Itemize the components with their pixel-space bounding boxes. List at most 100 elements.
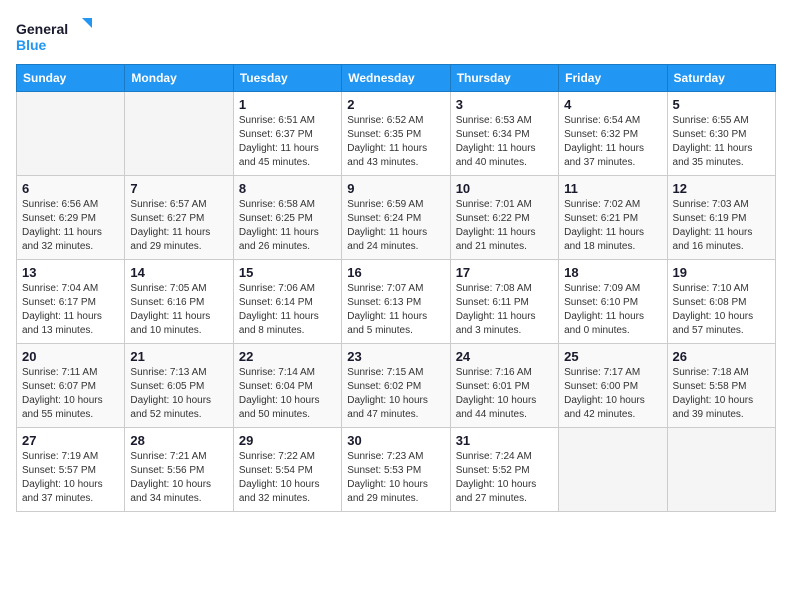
calendar-week: 1 Sunrise: 6:51 AMSunset: 6:37 PMDaylight… xyxy=(17,92,776,176)
calendar-cell: 25Sunrise: 7:17 AMSunset: 6:00 PMDayligh… xyxy=(559,344,667,428)
day-number: 7 xyxy=(130,181,227,196)
day-number: 14 xyxy=(130,265,227,280)
day-info: Sunrise: 7:21 AMSunset: 5:56 PMDaylight:… xyxy=(130,450,227,506)
day-number: 21 xyxy=(130,349,227,364)
day-number: 29 xyxy=(239,433,336,448)
calendar-cell: 30 Sunrise: 7:23 AMSunset: 5:53 PMDayligh… xyxy=(342,428,450,512)
day-number: 12 xyxy=(673,181,770,196)
day-number: 19 xyxy=(673,265,770,280)
day-number: 17 xyxy=(456,265,553,280)
day-info: Sunrise: 7:23 AMSunset: 5:53 PMDaylight:… xyxy=(347,450,444,506)
day-number: 6 xyxy=(22,181,119,196)
day-number: 11 xyxy=(564,181,661,196)
calendar-cell: 3 Sunrise: 6:53 AMSunset: 6:34 PMDaylight… xyxy=(450,92,558,176)
day-number: 31 xyxy=(456,433,553,448)
day-number: 18 xyxy=(564,265,661,280)
day-info: Sunrise: 7:15 AMSunset: 6:02 PMDaylight:… xyxy=(347,366,444,422)
day-info: Sunrise: 7:03 AMSunset: 6:19 PMDaylight:… xyxy=(673,198,770,254)
calendar-cell: 23 Sunrise: 7:15 AMSunset: 6:02 PMDayligh… xyxy=(342,344,450,428)
calendar-cell: 20 Sunrise: 7:11 AMSunset: 6:07 PMDayligh… xyxy=(17,344,125,428)
calendar-cell: 8 Sunrise: 6:58 AMSunset: 6:25 PMDaylight… xyxy=(233,176,341,260)
day-number: 4 xyxy=(564,97,661,112)
calendar-cell xyxy=(667,428,775,512)
calendar-week: 6 Sunrise: 6:56 AMSunset: 6:29 PMDaylight… xyxy=(17,176,776,260)
calendar-cell: 13 Sunrise: 7:04 AMSunset: 6:17 PMDayligh… xyxy=(17,260,125,344)
calendar-week: 13 Sunrise: 7:04 AMSunset: 6:17 PMDayligh… xyxy=(17,260,776,344)
day-info: Sunrise: 7:04 AMSunset: 6:17 PMDaylight:… xyxy=(22,282,119,338)
page-header: General Blue xyxy=(16,16,776,56)
weekday-header: Wednesday xyxy=(342,65,450,92)
calendar-cell: 9Sunrise: 6:59 AMSunset: 6:24 PMDaylight… xyxy=(342,176,450,260)
day-info: Sunrise: 7:13 AMSunset: 6:05 PMDaylight:… xyxy=(130,366,227,422)
calendar-week: 20 Sunrise: 7:11 AMSunset: 6:07 PMDayligh… xyxy=(17,344,776,428)
calendar-cell: 11 Sunrise: 7:02 AMSunset: 6:21 PMDayligh… xyxy=(559,176,667,260)
day-number: 25 xyxy=(564,349,661,364)
weekday-header: Thursday xyxy=(450,65,558,92)
calendar-cell: 21 Sunrise: 7:13 AMSunset: 6:05 PMDayligh… xyxy=(125,344,233,428)
calendar-body: 1 Sunrise: 6:51 AMSunset: 6:37 PMDaylight… xyxy=(17,92,776,512)
calendar-cell: 4Sunrise: 6:54 AMSunset: 6:32 PMDaylight… xyxy=(559,92,667,176)
calendar-cell: 2 Sunrise: 6:52 AMSunset: 6:35 PMDaylight… xyxy=(342,92,450,176)
day-info: Sunrise: 7:10 AMSunset: 6:08 PMDaylight:… xyxy=(673,282,770,338)
day-number: 23 xyxy=(347,349,444,364)
day-info: Sunrise: 7:09 AMSunset: 6:10 PMDaylight:… xyxy=(564,282,661,338)
calendar-header: SundayMondayTuesdayWednesdayThursdayFrid… xyxy=(17,65,776,92)
calendar-cell: 19 Sunrise: 7:10 AMSunset: 6:08 PMDayligh… xyxy=(667,260,775,344)
day-info: Sunrise: 6:56 AMSunset: 6:29 PMDaylight:… xyxy=(22,198,119,254)
weekday-header: Monday xyxy=(125,65,233,92)
day-number: 9 xyxy=(347,181,444,196)
calendar-cell: 10 Sunrise: 7:01 AMSunset: 6:22 PMDayligh… xyxy=(450,176,558,260)
calendar-cell xyxy=(559,428,667,512)
calendar-cell: 17 Sunrise: 7:08 AMSunset: 6:11 PMDayligh… xyxy=(450,260,558,344)
svg-text:General: General xyxy=(16,21,68,37)
day-info: Sunrise: 7:14 AMSunset: 6:04 PMDaylight:… xyxy=(239,366,336,422)
day-info: Sunrise: 6:55 AMSunset: 6:30 PMDaylight:… xyxy=(673,114,770,170)
day-info: Sunrise: 7:19 AMSunset: 5:57 PMDaylight:… xyxy=(22,450,119,506)
day-number: 13 xyxy=(22,265,119,280)
calendar-cell: 7Sunrise: 6:57 AMSunset: 6:27 PMDaylight… xyxy=(125,176,233,260)
day-number: 2 xyxy=(347,97,444,112)
day-info: Sunrise: 7:16 AMSunset: 6:01 PMDaylight:… xyxy=(456,366,553,422)
day-info: Sunrise: 7:01 AMSunset: 6:22 PMDaylight:… xyxy=(456,198,553,254)
day-number: 27 xyxy=(22,433,119,448)
calendar-cell: 29 Sunrise: 7:22 AMSunset: 5:54 PMDayligh… xyxy=(233,428,341,512)
logo-svg: General Blue xyxy=(16,16,96,56)
calendar-cell: 27 Sunrise: 7:19 AMSunset: 5:57 PMDayligh… xyxy=(17,428,125,512)
day-number: 22 xyxy=(239,349,336,364)
day-info: Sunrise: 7:05 AMSunset: 6:16 PMDaylight:… xyxy=(130,282,227,338)
day-number: 24 xyxy=(456,349,553,364)
day-info: Sunrise: 6:52 AMSunset: 6:35 PMDaylight:… xyxy=(347,114,444,170)
weekday-header: Friday xyxy=(559,65,667,92)
day-number: 30 xyxy=(347,433,444,448)
day-info: Sunrise: 7:02 AMSunset: 6:21 PMDaylight:… xyxy=(564,198,661,254)
weekday-header: Sunday xyxy=(17,65,125,92)
day-info: Sunrise: 7:24 AMSunset: 5:52 PMDaylight:… xyxy=(456,450,553,506)
day-info: Sunrise: 7:22 AMSunset: 5:54 PMDaylight:… xyxy=(239,450,336,506)
day-number: 3 xyxy=(456,97,553,112)
logo: General Blue xyxy=(16,16,96,56)
day-number: 5 xyxy=(673,97,770,112)
day-info: Sunrise: 7:08 AMSunset: 6:11 PMDaylight:… xyxy=(456,282,553,338)
calendar-week: 27 Sunrise: 7:19 AMSunset: 5:57 PMDayligh… xyxy=(17,428,776,512)
calendar-cell: 15Sunrise: 7:06 AMSunset: 6:14 PMDayligh… xyxy=(233,260,341,344)
weekday-header: Saturday xyxy=(667,65,775,92)
day-info: Sunrise: 6:58 AMSunset: 6:25 PMDaylight:… xyxy=(239,198,336,254)
day-info: Sunrise: 7:07 AMSunset: 6:13 PMDaylight:… xyxy=(347,282,444,338)
day-info: Sunrise: 6:51 AMSunset: 6:37 PMDaylight:… xyxy=(239,114,336,170)
calendar-cell: 22 Sunrise: 7:14 AMSunset: 6:04 PMDayligh… xyxy=(233,344,341,428)
calendar-cell: 6 Sunrise: 6:56 AMSunset: 6:29 PMDaylight… xyxy=(17,176,125,260)
day-number: 10 xyxy=(456,181,553,196)
day-number: 20 xyxy=(22,349,119,364)
day-number: 8 xyxy=(239,181,336,196)
calendar-cell xyxy=(17,92,125,176)
day-number: 15 xyxy=(239,265,336,280)
svg-text:Blue: Blue xyxy=(16,37,47,53)
day-number: 1 xyxy=(239,97,336,112)
day-info: Sunrise: 7:11 AMSunset: 6:07 PMDaylight:… xyxy=(22,366,119,422)
calendar-cell: 24 Sunrise: 7:16 AMSunset: 6:01 PMDayligh… xyxy=(450,344,558,428)
day-info: Sunrise: 6:53 AMSunset: 6:34 PMDaylight:… xyxy=(456,114,553,170)
day-info: Sunrise: 7:18 AMSunset: 5:58 PMDaylight:… xyxy=(673,366,770,422)
calendar-cell: 14 Sunrise: 7:05 AMSunset: 6:16 PMDayligh… xyxy=(125,260,233,344)
calendar-cell: 31 Sunrise: 7:24 AMSunset: 5:52 PMDayligh… xyxy=(450,428,558,512)
weekday-header: Tuesday xyxy=(233,65,341,92)
